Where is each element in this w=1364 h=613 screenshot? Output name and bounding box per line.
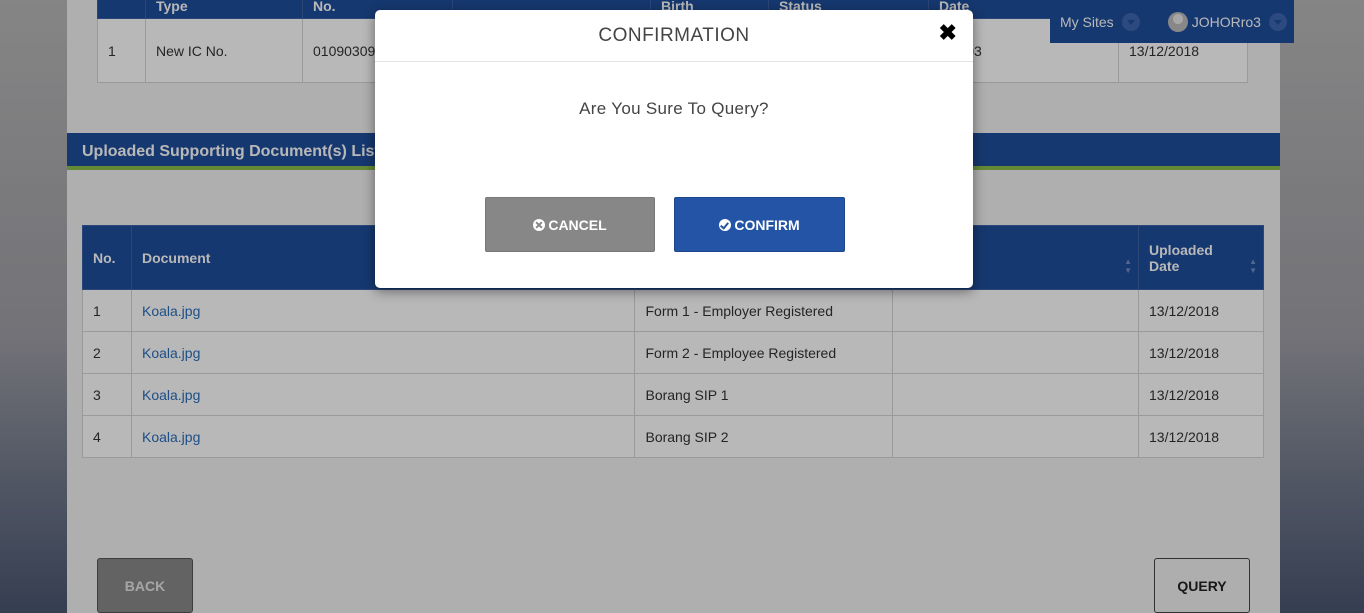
cancel-circle-icon: [533, 218, 546, 231]
confirmation-dialog: CONFIRMATION ✖ Are You Sure To Query? CA…: [375, 10, 973, 288]
close-icon[interactable]: ✖: [937, 22, 959, 44]
confirm-label: CONFIRM: [734, 216, 800, 233]
cancel-button[interactable]: CANCEL: [485, 197, 655, 252]
confirm-button[interactable]: CONFIRM: [674, 197, 845, 252]
dialog-header: CONFIRMATION ✖: [375, 10, 973, 62]
dialog-message: Are You Sure To Query?: [579, 99, 769, 118]
cancel-label: CANCEL: [548, 216, 607, 233]
check-circle-icon: [719, 218, 732, 231]
dialog-title: CONFIRMATION: [598, 25, 750, 46]
dialog-footer: CANCEL CONFIRM: [375, 197, 973, 252]
